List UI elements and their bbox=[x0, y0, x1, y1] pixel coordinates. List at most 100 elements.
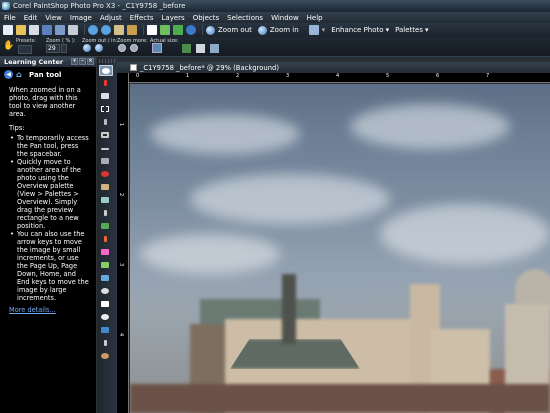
menu-view[interactable]: View bbox=[41, 14, 66, 22]
tips-list: To temporarily access the Pan tool, pres… bbox=[9, 134, 90, 302]
pan-tool-icon bbox=[102, 68, 110, 74]
document-title: _C1Y9758 _before* @ 29% (Background) bbox=[140, 63, 279, 72]
zoom-out-button[interactable]: Zoom out bbox=[206, 25, 252, 35]
save-icon[interactable] bbox=[42, 25, 52, 35]
ruler-tick-label: 7 bbox=[486, 73, 490, 79]
menu-window[interactable]: Window bbox=[267, 14, 303, 22]
text-tool-button[interactable] bbox=[99, 299, 113, 310]
cloud bbox=[190, 174, 390, 224]
perspective-tool-icon bbox=[101, 158, 109, 164]
ruler-tick-label: 1 bbox=[186, 73, 190, 79]
pin-icon[interactable]: ▾ bbox=[71, 58, 78, 65]
menu-image[interactable]: Image bbox=[66, 14, 96, 22]
red-eye-tool-button[interactable] bbox=[99, 169, 113, 180]
rectangle-tool-button[interactable] bbox=[99, 325, 113, 336]
pen-tool-button[interactable] bbox=[99, 338, 113, 349]
preset-shape-tool-button[interactable] bbox=[99, 312, 113, 323]
paint-brush-tool-icon bbox=[104, 236, 107, 242]
actual-size-icon[interactable] bbox=[152, 43, 162, 53]
menu-effects[interactable]: Effects bbox=[126, 14, 158, 22]
picture-tube-tool-icon bbox=[101, 262, 109, 268]
more-details-link[interactable]: More details... bbox=[9, 306, 90, 314]
menu-objects[interactable]: Objects bbox=[189, 14, 223, 22]
document-title-bar[interactable]: _C1Y9758 _before* @ 29% (Background) bbox=[117, 62, 550, 73]
replacer-tool-icon bbox=[101, 223, 109, 229]
close-icon[interactable]: × bbox=[87, 58, 94, 65]
learning-center-palette: Learning Center ▾ – × ◀ ⌂ Pan tool When … bbox=[0, 57, 97, 413]
menu-selections[interactable]: Selections bbox=[223, 14, 267, 22]
menu-file[interactable]: File bbox=[0, 14, 20, 22]
save-as-icon[interactable] bbox=[55, 25, 65, 35]
zoom-more-in-icon[interactable] bbox=[130, 44, 138, 52]
tip-item: To temporarily access the Pan tool, pres… bbox=[9, 134, 90, 158]
pick-tool-button[interactable] bbox=[99, 78, 113, 89]
menu-layers[interactable]: Layers bbox=[158, 14, 189, 22]
overview-icon[interactable] bbox=[160, 25, 170, 35]
document-window: _C1Y9758 _before* @ 29% (Background) 0 1… bbox=[117, 57, 550, 413]
learning-nav: ◀ ⌂ Pan tool bbox=[0, 67, 96, 82]
red-eye-tool-icon bbox=[101, 171, 109, 177]
replacer-tool-button[interactable] bbox=[99, 221, 113, 232]
browse-icon[interactable] bbox=[29, 25, 39, 35]
minimize-icon[interactable]: – bbox=[79, 58, 86, 65]
info-icon[interactable] bbox=[186, 25, 196, 35]
toolbar-grip[interactable] bbox=[99, 59, 115, 63]
learning-center-header: Learning Center ▾ – × bbox=[0, 57, 96, 67]
menu-help[interactable]: Help bbox=[303, 14, 327, 22]
fill-tool-button[interactable] bbox=[99, 273, 113, 284]
fill-window-icon[interactable] bbox=[210, 44, 219, 53]
ruler-tick-label: 6 bbox=[436, 73, 440, 79]
vertical-ruler: 1 2 3 4 bbox=[117, 73, 129, 413]
paint-brush-tool-button[interactable] bbox=[99, 234, 113, 245]
smudge-tool-button[interactable] bbox=[99, 286, 113, 297]
makeover-tool-button[interactable] bbox=[99, 182, 113, 193]
presets-dropdown[interactable] bbox=[18, 45, 32, 54]
zoom-value-input[interactable]: 29 bbox=[46, 44, 60, 53]
palettes-label: Palettes bbox=[395, 26, 423, 34]
zoom-in-small-icon[interactable] bbox=[95, 44, 103, 52]
open-icon[interactable] bbox=[16, 25, 26, 35]
photo-canvas[interactable] bbox=[130, 84, 550, 413]
enhance-chevron-icon: ▾ bbox=[385, 26, 390, 34]
window-dropdown-icon[interactable]: ▾ bbox=[322, 26, 326, 34]
perspective-tool-button[interactable] bbox=[99, 156, 113, 167]
new-icon[interactable] bbox=[3, 25, 13, 35]
fit-image-icon[interactable] bbox=[196, 44, 205, 53]
clone-tool-button[interactable] bbox=[99, 195, 113, 206]
home-icon[interactable]: ⌂ bbox=[16, 70, 25, 79]
window-icon[interactable] bbox=[308, 25, 319, 35]
retouch-tool-button[interactable] bbox=[99, 208, 113, 219]
zoom-out-small-icon[interactable] bbox=[83, 44, 91, 52]
copy-icon[interactable] bbox=[114, 25, 124, 35]
undo-icon[interactable] bbox=[88, 25, 98, 35]
menu-adjust[interactable]: Adjust bbox=[96, 14, 126, 22]
redo-icon[interactable] bbox=[101, 25, 111, 35]
enhance-photo-label: Enhance Photo bbox=[331, 26, 384, 34]
zoom-more-out-icon[interactable] bbox=[118, 44, 126, 52]
pan-icon: ✋ bbox=[3, 41, 15, 51]
learning-icon[interactable] bbox=[173, 25, 183, 35]
palettes-button[interactable]: Palettes ▾ bbox=[395, 26, 428, 34]
straighten-tool-icon bbox=[101, 148, 109, 150]
fit-icon[interactable] bbox=[147, 25, 157, 35]
ruler-tick-label: 4 bbox=[336, 73, 340, 79]
dropper-tool-button[interactable] bbox=[99, 117, 113, 128]
crop-tool-button[interactable] bbox=[99, 130, 113, 141]
zoom-spinner[interactable] bbox=[61, 44, 67, 53]
enhance-photo-button[interactable]: Enhance Photo ▾ bbox=[331, 26, 389, 34]
pan-tool-button[interactable] bbox=[99, 65, 113, 76]
eraser-tool-button[interactable] bbox=[99, 247, 113, 258]
standard-toolbar: Zoom out Zoom in ▾ Enhance Photo ▾ Palett… bbox=[0, 23, 550, 37]
warp-tool-button[interactable] bbox=[99, 351, 113, 362]
menu-edit[interactable]: Edit bbox=[20, 14, 42, 22]
picture-tube-tool-button[interactable] bbox=[99, 260, 113, 271]
selection-tool-button[interactable] bbox=[99, 104, 113, 115]
palette-buttons: ▾ – × bbox=[70, 58, 94, 65]
straighten-tool-button[interactable] bbox=[99, 143, 113, 154]
back-icon[interactable]: ◀ bbox=[4, 70, 13, 79]
move-tool-button[interactable] bbox=[99, 91, 113, 102]
paste-icon[interactable] bbox=[127, 25, 137, 35]
print-icon[interactable] bbox=[68, 25, 78, 35]
zoom-in-button[interactable]: Zoom in bbox=[257, 25, 299, 35]
fit-window-icon[interactable] bbox=[182, 44, 191, 53]
